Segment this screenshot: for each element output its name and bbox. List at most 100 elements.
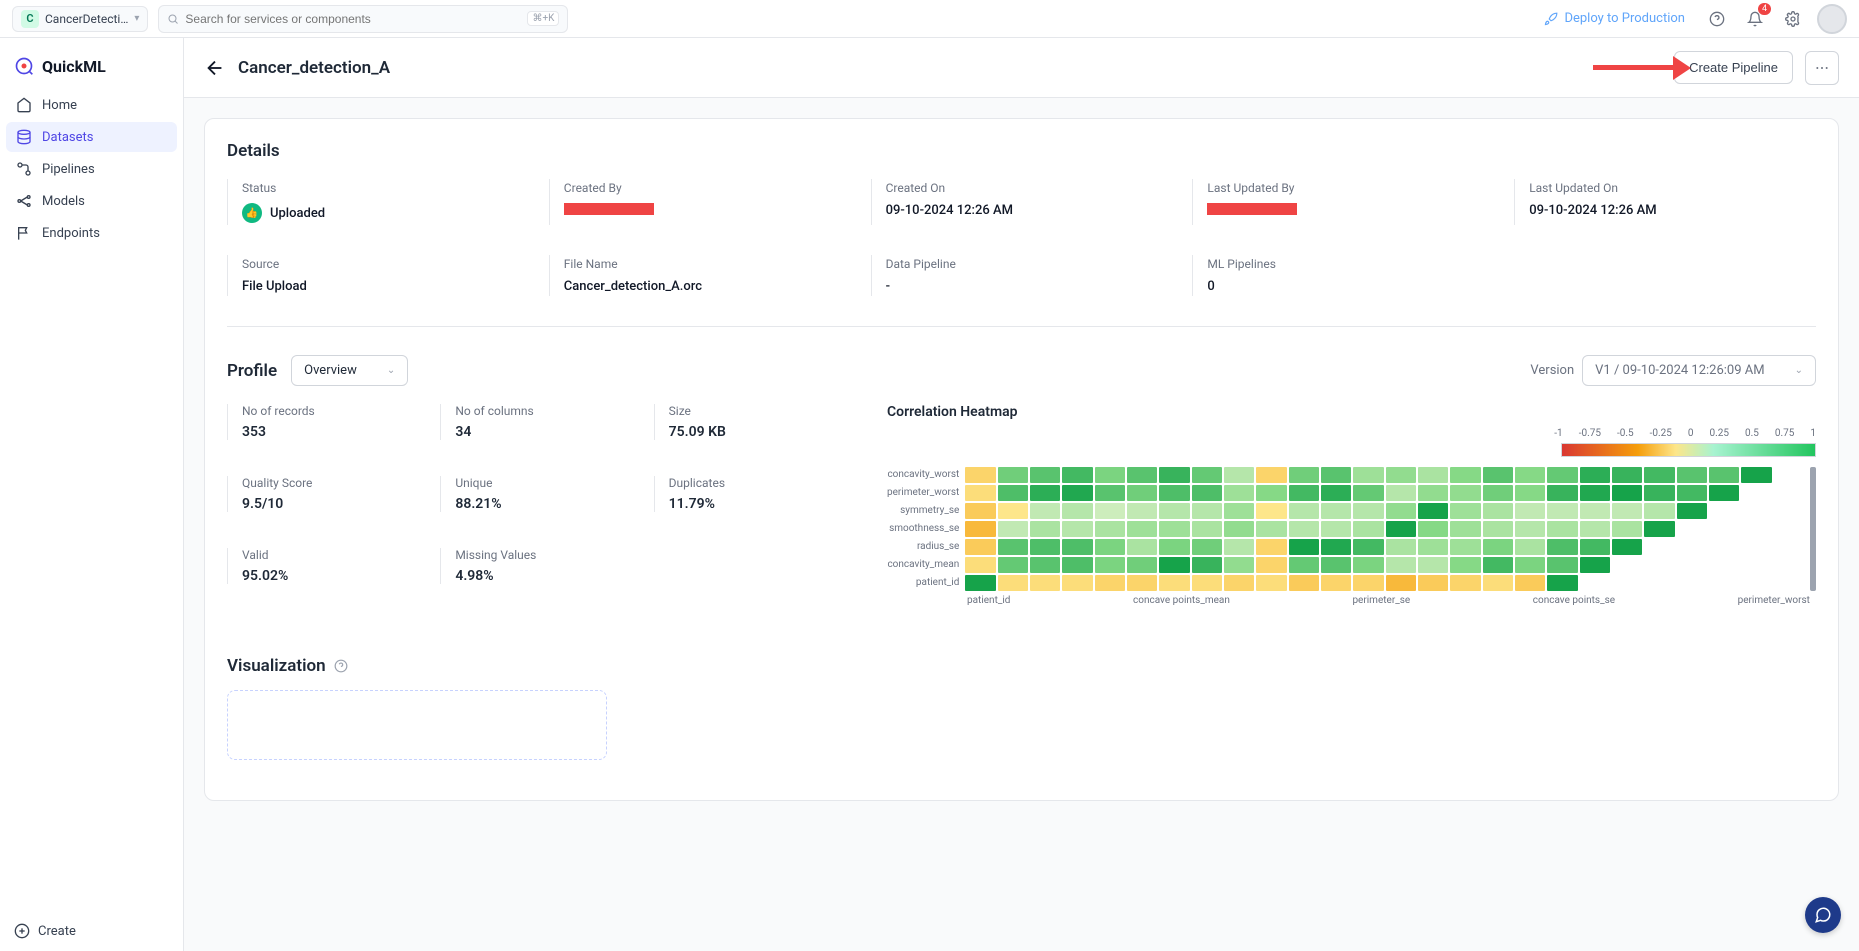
detail-cell: Last Updated By	[1192, 179, 1494, 225]
heatmap-cell	[1774, 503, 1804, 519]
heatmap-cell	[1515, 503, 1545, 519]
heatmap-cell	[1612, 503, 1642, 519]
detail-cell: Data Pipeline-	[871, 255, 1173, 296]
detail-label: Created On	[886, 181, 1173, 195]
heatmap-cell	[1256, 557, 1286, 573]
visualization-title: Visualization	[227, 656, 326, 676]
heatmap-cell	[1741, 467, 1771, 483]
question-icon	[1709, 11, 1725, 27]
heatmap-cell	[1515, 485, 1545, 501]
heatmap-cell	[1741, 521, 1771, 537]
heatmap-cell	[1030, 575, 1060, 591]
main: Cancer_detection_A Create Pipeline Detai…	[184, 38, 1859, 951]
heatmap-cell	[998, 503, 1028, 519]
divider	[227, 326, 1816, 327]
back-button[interactable]	[204, 57, 226, 79]
heatmap-cell	[1450, 521, 1480, 537]
heatmap-cell	[1095, 557, 1125, 573]
version-select[interactable]: V1 / 09-10-2024 12:26:09 AM ⌄	[1582, 355, 1816, 386]
heatmap-cell	[1483, 485, 1513, 501]
heatmap-cell	[1515, 575, 1545, 591]
details-title: Details	[227, 141, 1816, 161]
project-selector[interactable]: C CancerDetecti… ▾	[12, 6, 148, 32]
sidebar-create-button[interactable]: Create	[14, 923, 169, 939]
global-search[interactable]: ⌘+K	[158, 5, 568, 33]
question-icon[interactable]	[334, 659, 348, 673]
stat-label: Quality Score	[242, 476, 420, 490]
rocket-icon	[1544, 12, 1558, 26]
stat-cell: No of records353	[227, 404, 420, 440]
detail-label: Last Updated On	[1529, 181, 1816, 195]
heatmap-cell	[1709, 467, 1739, 483]
help-button[interactable]	[1703, 5, 1731, 33]
redacted-value	[564, 203, 654, 215]
heatmap-scrollbar[interactable]	[1810, 467, 1816, 591]
heatmap-cell	[1353, 467, 1383, 483]
stat-label: Size	[669, 404, 847, 418]
heatmap-cell	[1612, 485, 1642, 501]
sidebar-item-datasets[interactable]: Datasets	[6, 122, 177, 152]
heatmap-cell	[1321, 521, 1351, 537]
settings-button[interactable]	[1779, 5, 1807, 33]
notif-badge: 4	[1758, 3, 1771, 15]
heatmap-cell	[1192, 575, 1222, 591]
sidebar-item-label: Pipelines	[42, 162, 95, 177]
detail-label: Last Updated By	[1207, 181, 1494, 195]
create-pipeline-button[interactable]: Create Pipeline	[1674, 51, 1793, 84]
stat-label: Valid	[242, 548, 420, 562]
avatar[interactable]	[1817, 4, 1847, 34]
heatmap-cell	[1159, 575, 1189, 591]
heatmap-cell	[1418, 485, 1448, 501]
detail-value: 0	[1207, 279, 1494, 294]
heatmap-cell	[1224, 575, 1254, 591]
notifications-button[interactable]: 4	[1741, 5, 1769, 33]
stat-label: No of records	[242, 404, 420, 418]
heatmap-cell	[1677, 575, 1707, 591]
database-icon	[16, 129, 32, 145]
heatmap-cell	[1774, 485, 1804, 501]
chat-icon	[1814, 906, 1832, 924]
heatmap-cell	[1741, 503, 1771, 519]
profile-view-select[interactable]: Overview ⌄	[291, 355, 408, 386]
heatmap-cell	[1095, 539, 1125, 555]
heatmap-cell	[1547, 575, 1577, 591]
pipeline-icon	[16, 161, 32, 177]
sidebar-item-pipelines[interactable]: Pipelines	[6, 154, 177, 184]
chevron-down-icon: ⌄	[387, 365, 395, 376]
heatmap-cell	[1321, 503, 1351, 519]
heatmap-cell	[1418, 575, 1448, 591]
heatmap-cell	[1741, 485, 1771, 501]
sidebar-item-models[interactable]: Models	[6, 186, 177, 216]
stat-label: No of columns	[455, 404, 633, 418]
heatmap-cell	[1062, 539, 1092, 555]
heatmap-cell	[1159, 485, 1189, 501]
heatmap-cell	[1612, 575, 1642, 591]
heatmap-cell	[1450, 467, 1480, 483]
search-input[interactable]	[185, 12, 521, 26]
deploy-to-production-link[interactable]: Deploy to Production	[1536, 7, 1693, 30]
heatmap-cell	[1224, 467, 1254, 483]
stat-value: 11.79%	[669, 496, 847, 512]
stat-value: 4.98%	[455, 568, 633, 584]
sidebar-item-endpoints[interactable]: Endpoints	[6, 218, 177, 248]
stat-cell: Size75.09 KB	[654, 404, 847, 440]
topbar: C CancerDetecti… ▾ ⌘+K Deploy to Product…	[0, 0, 1859, 38]
heatmap-cell	[1353, 503, 1383, 519]
chat-fab[interactable]	[1805, 897, 1841, 933]
stat-value: 9.5/10	[242, 496, 420, 512]
heatmap-cell	[1159, 467, 1189, 483]
heatmap-cell	[1483, 521, 1513, 537]
heatmap-cell	[1644, 575, 1674, 591]
visualization-placeholder[interactable]	[227, 690, 607, 760]
heatmap-y-labels: concavity_worstperimeter_worstsymmetry_s…	[887, 467, 959, 591]
heatmap-cell	[1774, 557, 1804, 573]
heatmap-cell	[1580, 575, 1610, 591]
project-name: CancerDetecti…	[45, 12, 128, 26]
sidebar-item-home[interactable]: Home	[6, 90, 177, 120]
heatmap-cell	[998, 521, 1028, 537]
status-icon: 👍	[242, 203, 262, 223]
heatmap-cell	[1774, 539, 1804, 555]
detail-value: File Upload	[242, 279, 529, 294]
search-icon	[167, 13, 179, 25]
more-options-button[interactable]	[1805, 51, 1839, 85]
